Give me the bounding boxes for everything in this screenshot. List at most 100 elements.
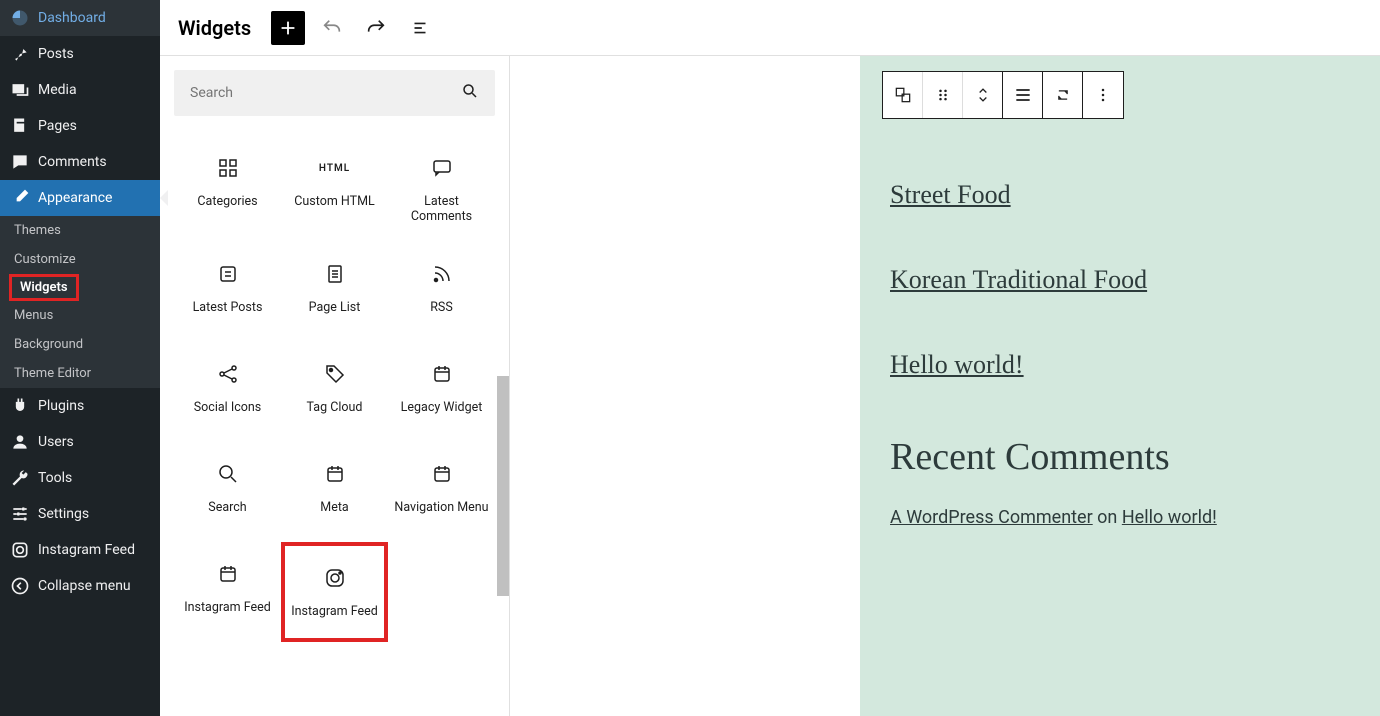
- scrollbar-thumb[interactable]: [497, 376, 509, 596]
- html-icon: HTML: [319, 154, 350, 182]
- widget-area[interactable]: Street Food Korean Traditional Food Hell…: [860, 56, 1380, 716]
- sidebar-item-appearance[interactable]: Appearance: [0, 180, 160, 216]
- plug-icon: [10, 396, 30, 416]
- tag-icon: [323, 360, 347, 388]
- search-input[interactable]: [190, 85, 461, 101]
- move-updown-button[interactable]: [963, 72, 1003, 118]
- wrench-icon: [10, 468, 30, 488]
- recent-posts-list: Street Food Korean Traditional Food Hell…: [890, 180, 1350, 380]
- block-rss[interactable]: RSS: [388, 242, 495, 342]
- drag-handle[interactable]: [923, 72, 963, 118]
- transform-button[interactable]: [1043, 72, 1083, 118]
- block-label: Categories: [197, 194, 257, 209]
- block-custom-html[interactable]: HTML Custom HTML: [281, 136, 388, 242]
- block-legacy-widget[interactable]: Legacy Widget: [388, 342, 495, 442]
- sidebar-item-settings[interactable]: Settings: [0, 496, 160, 532]
- sidebar-label: Posts: [38, 46, 74, 62]
- comment-post-link[interactable]: Hello world!: [1122, 507, 1217, 528]
- page-title: Widgets: [178, 16, 251, 40]
- post-link[interactable]: Hello world!: [890, 350, 1350, 380]
- rss-icon: [430, 260, 454, 288]
- block-categories[interactable]: Categories: [174, 136, 281, 242]
- block-label: Instagram Feed: [184, 600, 271, 615]
- page-icon: [10, 116, 30, 136]
- submenu-customize[interactable]: Customize: [0, 245, 160, 274]
- calendar-icon: [430, 360, 454, 388]
- calendar-icon: [323, 460, 347, 488]
- sidebar-label: Tools: [38, 470, 72, 486]
- editor-canvas[interactable]: Street Food Korean Traditional Food Hell…: [510, 56, 1380, 716]
- block-label: Navigation Menu: [394, 500, 488, 515]
- sidebar-label: Plugins: [38, 398, 84, 414]
- sidebar-item-instagram[interactable]: Instagram Feed: [0, 532, 160, 568]
- instagram-icon: [323, 564, 347, 592]
- undo-button[interactable]: [315, 11, 349, 45]
- submenu-theme-editor[interactable]: Theme Editor: [0, 359, 160, 388]
- block-label: RSS: [430, 300, 453, 315]
- search-icon: [461, 82, 479, 104]
- comment-icon: [10, 152, 30, 172]
- block-label: Page List: [309, 300, 361, 315]
- sidebar-label: Collapse menu: [38, 578, 131, 594]
- block-tag-cloud[interactable]: Tag Cloud: [281, 342, 388, 442]
- block-page-list[interactable]: Page List: [281, 242, 388, 342]
- sidebar-item-plugins[interactable]: Plugins: [0, 388, 160, 424]
- submenu-background[interactable]: Background: [0, 330, 160, 359]
- main-area: Widgets Categories HTML Custom HTML: [160, 0, 1380, 716]
- block-label: Legacy Widget: [401, 400, 483, 415]
- block-navigation-menu[interactable]: Navigation Menu: [388, 442, 495, 542]
- collapse-icon: [10, 576, 30, 596]
- comment-entry: A WordPress Commenter on Hello world!: [890, 507, 1350, 528]
- align-button[interactable]: [1003, 72, 1043, 118]
- block-latest-posts[interactable]: Latest Posts: [174, 242, 281, 342]
- sidebar-item-dashboard[interactable]: Dashboard: [0, 0, 160, 36]
- more-options-button[interactable]: [1083, 72, 1123, 118]
- block-label: Tag Cloud: [307, 400, 363, 415]
- sidebar-label: Users: [38, 434, 74, 450]
- sidebar-item-comments[interactable]: Comments: [0, 144, 160, 180]
- post-link[interactable]: Korean Traditional Food: [890, 265, 1350, 295]
- sidebar-label: Settings: [38, 506, 89, 522]
- block-label: Latest Comments: [394, 194, 489, 224]
- comment-on-text: on: [1093, 507, 1122, 528]
- sidebar-item-media[interactable]: Media: [0, 72, 160, 108]
- instagram-icon: [10, 540, 30, 560]
- list-view-button[interactable]: [403, 11, 437, 45]
- sidebar-item-posts[interactable]: Posts: [0, 36, 160, 72]
- add-block-button[interactable]: [271, 11, 305, 45]
- block-latest-comments[interactable]: Latest Comments: [388, 136, 495, 242]
- block-social-icons[interactable]: Social Icons: [174, 342, 281, 442]
- redo-button[interactable]: [359, 11, 393, 45]
- sidebar-label: Instagram Feed: [38, 542, 135, 558]
- sliders-icon: [10, 504, 30, 524]
- calendar-icon: [430, 460, 454, 488]
- block-inserter-panel: Categories HTML Custom HTML Latest Comme…: [160, 56, 510, 716]
- block-label: Meta: [320, 500, 348, 515]
- block-type-button[interactable]: [883, 72, 923, 118]
- editor-topbar: Widgets: [160, 0, 1380, 56]
- latest-comments-icon: [430, 154, 454, 182]
- dashboard-icon: [10, 8, 30, 28]
- comment-author-link[interactable]: A WordPress Commenter: [890, 507, 1093, 528]
- inserter-scrollbar[interactable]: [497, 56, 509, 716]
- block-instagram-feed-1[interactable]: Instagram Feed: [174, 542, 281, 642]
- block-meta[interactable]: Meta: [281, 442, 388, 542]
- sidebar-item-tools[interactable]: Tools: [0, 460, 160, 496]
- sidebar-item-pages[interactable]: Pages: [0, 108, 160, 144]
- highlight-box-widgets: Widgets: [9, 274, 79, 301]
- search-box[interactable]: [174, 70, 495, 116]
- submenu-menus[interactable]: Menus: [0, 301, 160, 330]
- block-label: Social Icons: [194, 400, 262, 415]
- editor-content: Categories HTML Custom HTML Latest Comme…: [160, 56, 1380, 716]
- block-instagram-feed-2[interactable]: Instagram Feed: [281, 542, 388, 642]
- block-search[interactable]: Search: [174, 442, 281, 542]
- post-link[interactable]: Street Food: [890, 180, 1350, 210]
- submenu-themes[interactable]: Themes: [0, 216, 160, 245]
- sidebar-item-collapse[interactable]: Collapse menu: [0, 568, 160, 604]
- recent-comments-heading: Recent Comments: [890, 435, 1350, 479]
- submenu-widgets[interactable]: Widgets: [20, 280, 68, 295]
- sidebar-label: Media: [38, 82, 77, 98]
- share-icon: [216, 360, 240, 388]
- sidebar-item-users[interactable]: Users: [0, 424, 160, 460]
- brush-icon: [10, 188, 30, 208]
